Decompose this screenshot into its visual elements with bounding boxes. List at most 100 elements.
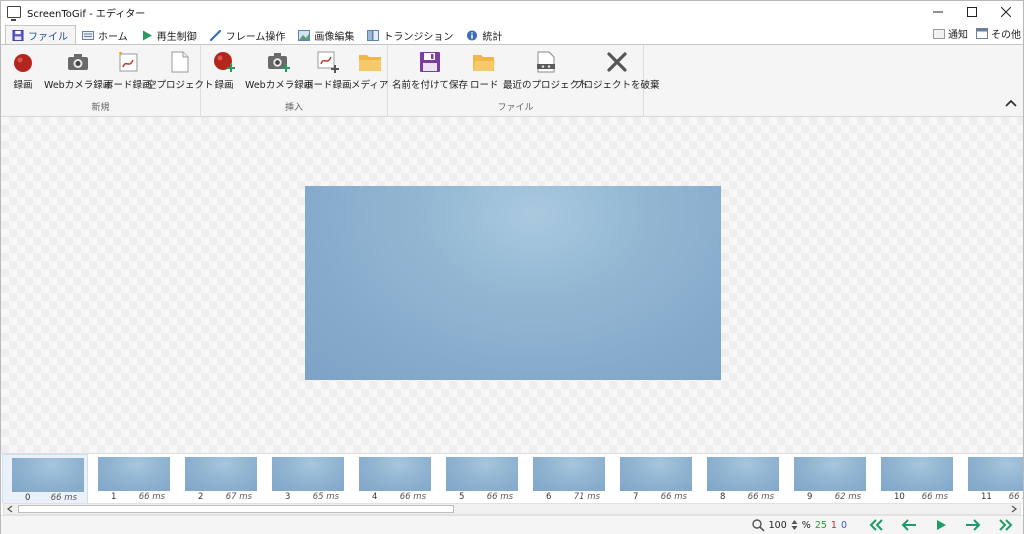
- options-button[interactable]: その他: [976, 26, 1021, 41]
- frame-number: 8: [720, 492, 726, 502]
- maximize-button[interactable]: [955, 1, 989, 23]
- scroll-left-button[interactable]: [4, 504, 16, 514]
- frame-delay: 66 ms: [1008, 492, 1023, 502]
- arrow-right-icon: [966, 519, 981, 531]
- selected-count: 1: [830, 519, 837, 531]
- frame-thumbnail[interactable]: 10 66 ms: [872, 454, 958, 503]
- scroll-right-button[interactable]: [1008, 504, 1020, 514]
- double-arrow-left-icon: [869, 519, 883, 531]
- frame-number: 6: [546, 492, 552, 502]
- insert-media-button[interactable]: メディア: [351, 49, 388, 91]
- frame-thumbnail-image: [881, 457, 953, 491]
- notifications-button[interactable]: 通知: [933, 26, 968, 41]
- new-recording-button[interactable]: 録画: [11, 49, 35, 91]
- info-icon: [467, 29, 478, 41]
- arrow-left-icon: [901, 519, 916, 531]
- board-add-icon: [317, 51, 339, 73]
- chevron-right-icon: [1011, 505, 1017, 513]
- frame-thumbnail-image: [620, 457, 692, 491]
- insert-webcam-recording-button[interactable]: Webカメラ録画: [245, 49, 313, 91]
- tab-home[interactable]: ホーム: [76, 25, 135, 45]
- button-label: 録画: [13, 80, 33, 91]
- frame-thumbnail-image: [12, 458, 84, 492]
- save-icon: [12, 30, 24, 41]
- frame-number: 4: [372, 492, 378, 502]
- floppy-icon: [420, 52, 440, 72]
- tab-statistics[interactable]: 統計: [460, 25, 509, 45]
- save-as-button[interactable]: 名前を付けて保存: [392, 49, 468, 91]
- frame-thumbnail[interactable]: 9 62 ms: [785, 454, 871, 503]
- close-button[interactable]: [989, 1, 1023, 23]
- frame-number: 7: [633, 492, 639, 502]
- frame-thumbnail[interactable]: 7 66 ms: [611, 454, 697, 503]
- frame-delay: 66 ms: [747, 492, 774, 502]
- transition-icon: [367, 29, 380, 41]
- frame-thumbnail[interactable]: 1 66 ms: [89, 454, 175, 503]
- record-add-icon: [214, 52, 235, 72]
- frame-number: 10: [894, 492, 905, 502]
- image-icon: [298, 29, 311, 41]
- first-frame-button[interactable]: [865, 518, 889, 532]
- frame-thumbnail-image: [446, 457, 518, 491]
- insert-board-recording-button[interactable]: ボード録画: [304, 49, 352, 91]
- right-tabs: 通知 その他: [933, 26, 1021, 41]
- collapse-ribbon-button[interactable]: [1005, 96, 1017, 110]
- frame-delay: 66 ms: [660, 492, 687, 502]
- tab-playback[interactable]: 再生制御: [135, 25, 204, 45]
- play-button[interactable]: [929, 518, 953, 532]
- tab-file[interactable]: ファイル: [5, 25, 76, 46]
- options-window-icon: [976, 28, 988, 39]
- minimize-icon: [933, 11, 943, 13]
- editor-canvas[interactable]: [1, 117, 1023, 453]
- frame-thumbnail[interactable]: 4 66 ms: [350, 454, 436, 503]
- tab-image-edit[interactable]: 画像編集: [292, 25, 361, 45]
- open-folder-icon: [473, 55, 496, 71]
- tab-transitions[interactable]: トランジション: [361, 25, 460, 45]
- button-label: ボード録画: [304, 80, 352, 91]
- frame-thumbnail[interactable]: 2 67 ms: [176, 454, 262, 503]
- tab-label: トランジション: [383, 31, 454, 43]
- insert-recording-button[interactable]: 録画: [212, 49, 236, 91]
- frame-number: 5: [459, 492, 465, 502]
- scrollbar-thumb[interactable]: [18, 505, 454, 513]
- frame-number: 9: [807, 492, 813, 502]
- filmstrip-scrollbar[interactable]: [3, 503, 1021, 515]
- frame-thumbnail-image: [359, 457, 431, 491]
- minimize-button[interactable]: [921, 1, 955, 23]
- zoom-stepper-icon[interactable]: [791, 519, 798, 531]
- group-label: ファイル: [497, 103, 534, 113]
- previous-frame-button[interactable]: [897, 518, 921, 532]
- frame-delay: 66 ms: [138, 492, 165, 502]
- button-label: ボード録画: [104, 80, 152, 91]
- app-monitor-icon: [7, 6, 21, 21]
- frame-filmstrip: 0 66 ms 1 66 ms 2 67 ms 3 65 ms 4 66 ms …: [1, 453, 1023, 503]
- load-button[interactable]: ロード: [470, 49, 499, 91]
- folder-icon: [358, 55, 381, 71]
- new-webcam-recording-button[interactable]: Webカメラ録画: [44, 49, 112, 91]
- frame-thumbnail[interactable]: 0 66 ms: [2, 454, 88, 503]
- frame-thumbnail[interactable]: 8 66 ms: [698, 454, 784, 503]
- button-label: 録画: [214, 80, 234, 91]
- frame-thumbnail[interactable]: 11 66 ms: [959, 454, 1023, 503]
- tab-frame-edit[interactable]: フレーム操作: [204, 25, 293, 45]
- button-label: Webカメラ録画: [44, 80, 113, 91]
- frame-thumbnail[interactable]: 6 71 ms: [524, 454, 610, 503]
- camera-add-icon: [268, 53, 291, 72]
- frame-thumbnail[interactable]: 3 65 ms: [263, 454, 349, 503]
- window-controls: [921, 1, 1023, 23]
- window-title: ScreenToGif - エディター: [27, 8, 146, 20]
- frame-delay: 71 ms: [573, 492, 600, 502]
- new-board-recording-button[interactable]: ボード録画: [104, 49, 152, 91]
- frame-number: 1: [111, 492, 117, 502]
- last-frame-button[interactable]: [993, 518, 1017, 532]
- group-label: 新規: [91, 103, 110, 113]
- chevron-up-icon: [1005, 99, 1017, 107]
- zoom-value[interactable]: 100: [769, 520, 787, 531]
- next-frame-button[interactable]: [961, 518, 985, 532]
- discard-project-button[interactable]: プロジェクトを破棄: [574, 49, 660, 91]
- frame-thumbnail[interactable]: 5 66 ms: [437, 454, 523, 503]
- frame-thumbnail-image: [794, 457, 866, 491]
- frame-delay: 67 ms: [225, 492, 252, 502]
- frame-thumbnail-image: [98, 457, 170, 491]
- frame-number: 11: [981, 492, 992, 502]
